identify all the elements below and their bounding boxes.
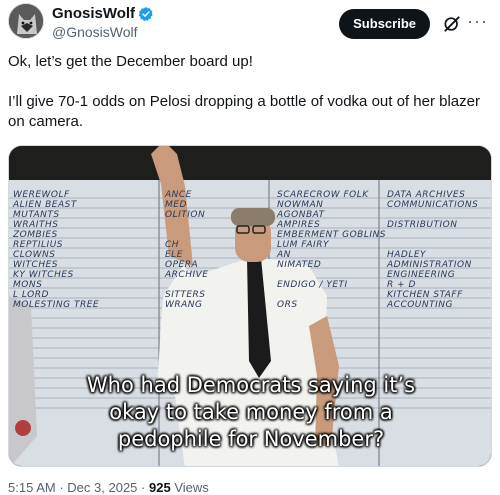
board-column-middle: ANCE MED OLITION CH ELE OPERA ARCHIVE SITTER… <box>165 190 209 310</box>
caption-line-1: Who had Democrats saying it’s <box>86 373 416 397</box>
author-handle[interactable]: @GnosisWolf <box>52 23 154 41</box>
tweet-meta: 5:15 AM · Dec 3, 2025 · 925 Views <box>8 480 209 495</box>
subscribe-button[interactable]: Subscribe <box>339 9 430 39</box>
tweet-header: GnosisWolf @GnosisWolf Subscribe ··· <box>8 3 492 43</box>
views-label: Views <box>174 480 209 495</box>
tweet-date[interactable]: Dec 3, 2025 <box>67 480 137 495</box>
wolf-avatar-image <box>9 4 43 38</box>
tweet-time[interactable]: 5:15 AM <box>8 480 56 495</box>
caption-line-2: okay to take money from a <box>109 400 393 424</box>
verified-badge-icon <box>138 7 153 22</box>
tweet-text: Ok, let’s get the December board up! I’l… <box>8 52 492 152</box>
board-column-right-a: SCARECROW FOLK NOWMAN AGONBAT AMPIRES EMBER… <box>277 190 386 310</box>
meta-separator: · <box>59 480 64 495</box>
board-column-left: WEREWOLF ALIEN BEAST MUTANTS WRAITHS ZOMBIE… <box>13 190 100 310</box>
tweet-line-2: I’ll give 70-1 odds on Pelosi dropping a… <box>8 93 480 130</box>
author-names: GnosisWolf @GnosisWolf <box>52 5 154 41</box>
more-icon[interactable]: ··· <box>467 11 488 32</box>
tweet-line-1: Ok, let’s get the December board up! <box>8 53 253 70</box>
author-display-name[interactable]: GnosisWolf <box>52 5 135 23</box>
tweet-media-image[interactable]: WEREWOLF ALIEN BEAST MUTANTS WRAITHS ZOMBIE… <box>8 145 492 467</box>
caption-line-3: pedophile for November? <box>117 427 385 451</box>
meta-separator-2: · <box>141 480 146 495</box>
grok-icon[interactable] <box>442 14 462 34</box>
board-column-right-b: DATA ARCHIVES COMMUNICATIONS DISTRIBUTION… <box>387 190 479 310</box>
avatar[interactable] <box>8 3 44 39</box>
views-count: 925 <box>149 480 171 495</box>
